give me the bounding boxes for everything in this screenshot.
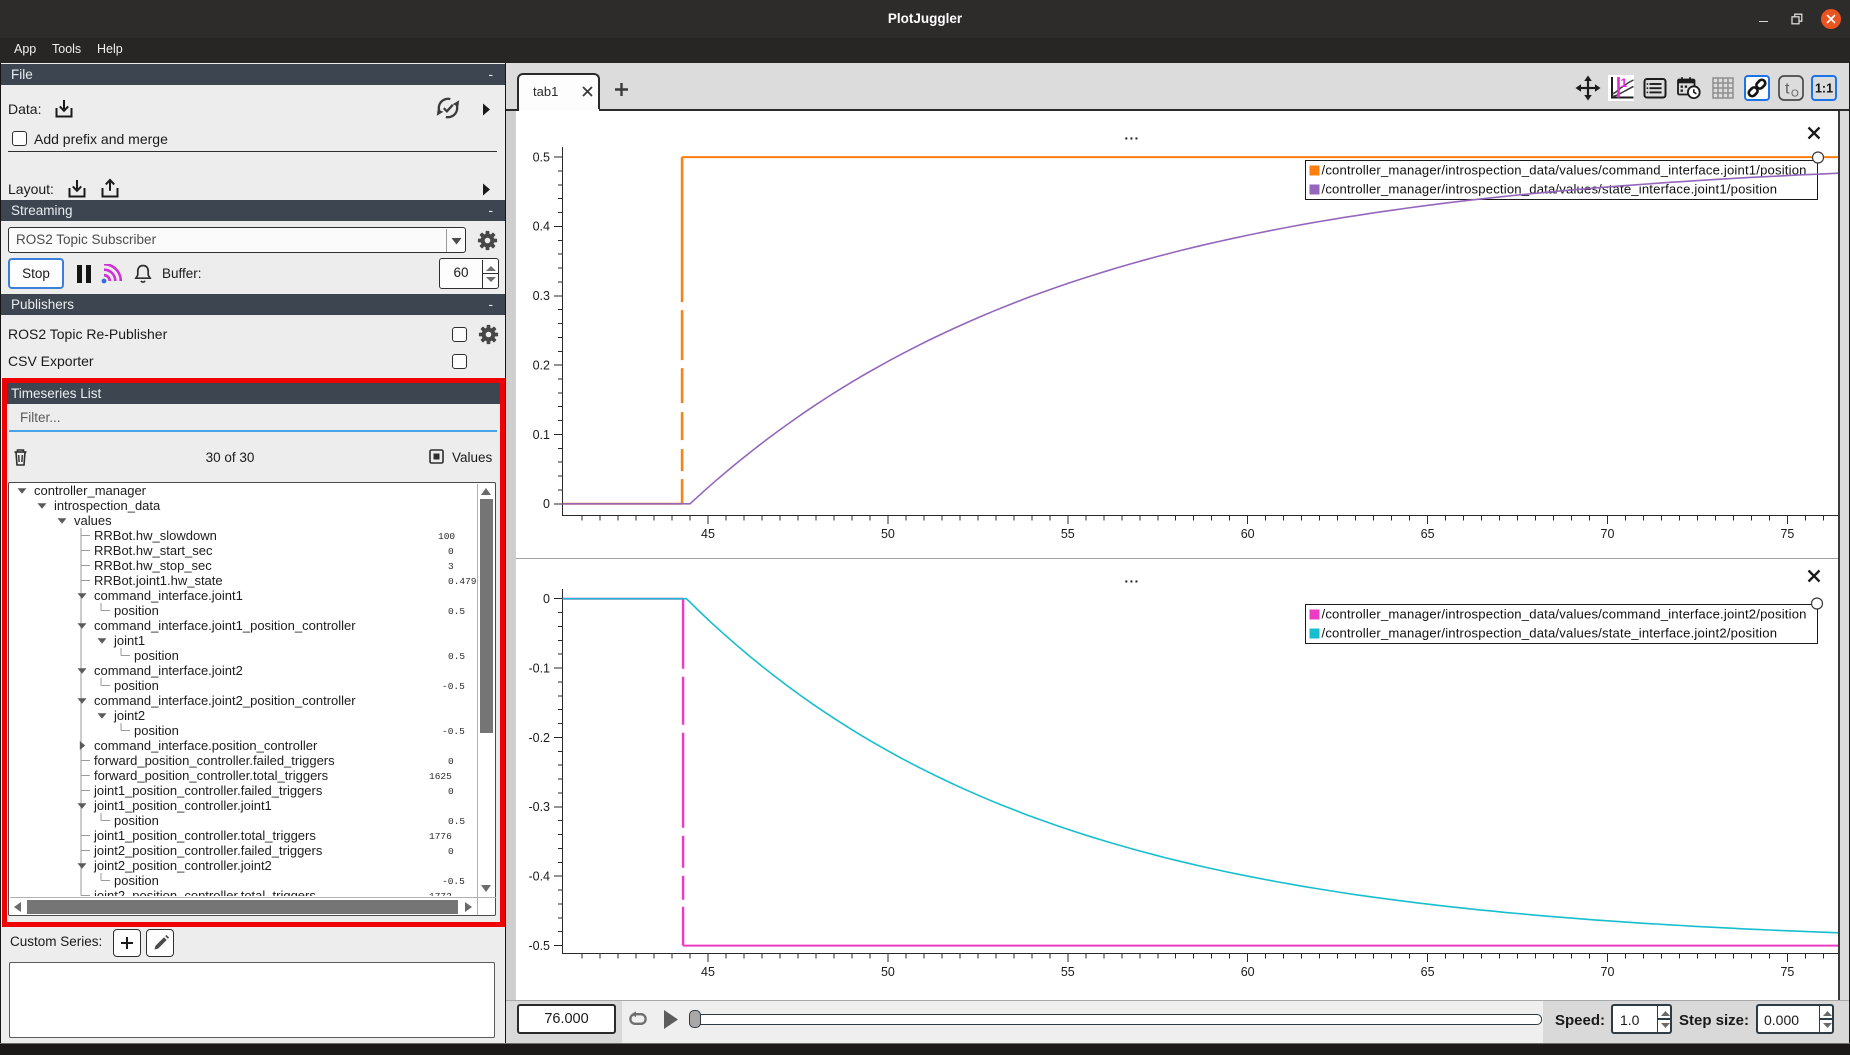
svg-text:45: 45 bbox=[701, 965, 715, 979]
svg-text:0.1: 0.1 bbox=[533, 428, 550, 442]
svg-text:0.3: 0.3 bbox=[533, 289, 550, 303]
svg-text:-0.5: -0.5 bbox=[528, 939, 550, 953]
svg-text:65: 65 bbox=[1421, 527, 1435, 541]
svg-text:45: 45 bbox=[701, 527, 715, 541]
svg-text:70: 70 bbox=[1601, 965, 1615, 979]
svg-text:55: 55 bbox=[1061, 527, 1075, 541]
svg-text:75: 75 bbox=[1780, 965, 1794, 979]
svg-text:0.4: 0.4 bbox=[533, 220, 550, 234]
svg-text:...: ... bbox=[1124, 127, 1139, 143]
svg-text:55: 55 bbox=[1061, 965, 1075, 979]
svg-text:/controller_manager/introspect: /controller_manager/introspection_data/v… bbox=[1322, 182, 1778, 197]
svg-text:0.2: 0.2 bbox=[533, 358, 550, 372]
svg-text:70: 70 bbox=[1601, 527, 1615, 541]
svg-text:...: ... bbox=[1124, 570, 1139, 586]
svg-text:/controller_manager/introspect: /controller_manager/introspection_data/v… bbox=[1322, 607, 1807, 622]
svg-text:0: 0 bbox=[543, 592, 550, 606]
svg-text:-0.1: -0.1 bbox=[528, 661, 550, 675]
svg-text:-0.4: -0.4 bbox=[528, 870, 550, 884]
svg-text:60: 60 bbox=[1241, 965, 1255, 979]
svg-text:0.5: 0.5 bbox=[533, 150, 550, 164]
svg-text:50: 50 bbox=[881, 527, 895, 541]
svg-text:1: 1 bbox=[1621, 76, 1628, 90]
svg-text:O: O bbox=[1791, 89, 1799, 100]
svg-text:/controller_manager/introspect: /controller_manager/introspection_data/v… bbox=[1322, 626, 1778, 641]
svg-text:0: 0 bbox=[543, 497, 550, 511]
svg-text:50: 50 bbox=[881, 965, 895, 979]
svg-text:75: 75 bbox=[1780, 527, 1794, 541]
svg-text:-0.2: -0.2 bbox=[528, 731, 550, 745]
svg-text:1:1: 1:1 bbox=[1815, 82, 1833, 96]
svg-text:/controller_manager/introspect: /controller_manager/introspection_data/v… bbox=[1322, 163, 1807, 178]
svg-text:65: 65 bbox=[1421, 965, 1435, 979]
svg-text:60: 60 bbox=[1241, 527, 1255, 541]
svg-text:-0.3: -0.3 bbox=[528, 800, 550, 814]
svg-text:t: t bbox=[1785, 81, 1790, 98]
